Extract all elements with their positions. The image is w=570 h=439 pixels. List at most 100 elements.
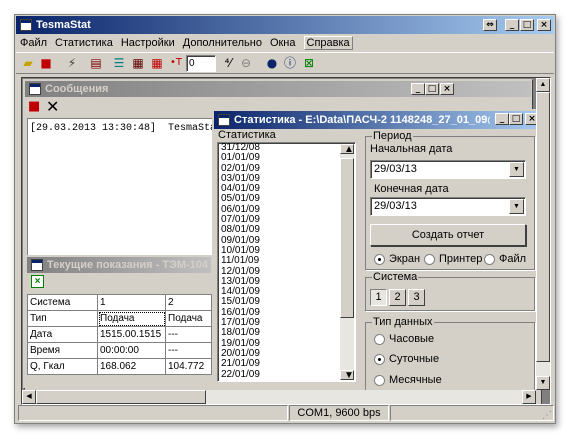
maximize-button[interactable]: □ <box>520 19 534 31</box>
scroll-up-icon[interactable]: ▲ <box>340 144 354 155</box>
readings-table: Система 1 2 Тип Подача Подача Дата 1515.… <box>27 294 212 375</box>
menu-help[interactable]: Справка <box>303 36 353 50</box>
table-icon[interactable]: ▦ <box>130 55 146 71</box>
grid-red-icon[interactable]: ▦ <box>149 55 165 71</box>
daily-radio[interactable]: Суточные <box>374 353 439 365</box>
table-cell[interactable]: --- <box>165 326 212 343</box>
system-button-1[interactable]: 1 <box>370 289 387 306</box>
end-date-field[interactable]: 29/03/13 ▼ <box>370 197 526 216</box>
scroll-down-icon[interactable]: ▼ <box>536 376 550 390</box>
messages-close-button[interactable]: × <box>440 83 454 95</box>
table-cell[interactable]: 1 <box>97 294 166 311</box>
scroll-left-icon[interactable]: ◀ <box>22 390 36 404</box>
table-cell[interactable]: Подача <box>165 310 212 327</box>
statistics-list-label: Статистика <box>218 129 276 141</box>
scroll-thumb[interactable] <box>340 158 354 318</box>
radio-dot <box>374 253 385 265</box>
table-cell[interactable]: 1515.00.1515 <box>97 326 166 343</box>
list-icon[interactable]: ☰ <box>111 55 127 71</box>
row-header: Q, Гкал <box>27 358 98 375</box>
statistics-window-icon <box>218 114 230 126</box>
start-date-label: Начальная дата <box>370 143 453 155</box>
messages-maximize-button[interactable]: □ <box>425 83 439 95</box>
chevron-down-icon[interactable]: ▼ <box>509 162 524 177</box>
scroll-thumb[interactable] <box>536 92 550 362</box>
stop-icon[interactable]: ⊖ <box>238 55 254 71</box>
counter-input[interactable]: 0 <box>186 55 216 72</box>
messages-save-icon[interactable]: ■ <box>28 99 40 114</box>
status-panel-port: COM1, 9600 bps <box>289 405 389 421</box>
output-screen-radio[interactable]: Экран <box>374 253 420 265</box>
readings-title: Текущие показания - ТЭМ-104 № <box>47 259 211 271</box>
table-cell[interactable]: 104.772 <box>165 358 212 375</box>
table-row: Время 00:00:00 --- <box>27 342 212 359</box>
table-cell[interactable]: 168.062 <box>97 358 166 375</box>
table-cell[interactable]: 00:00:00 <box>97 342 166 359</box>
status-panel-empty <box>18 405 288 421</box>
toolbar: ▰ ■ ⚡ ▤ ☰ ▦ ▦ •T 0 ⁴⁄ ⊖ ● ⓘ ⊠ <box>16 52 554 74</box>
output-printer-radio[interactable]: Принтер <box>424 253 482 265</box>
table-cell[interactable]: Подача <box>97 310 166 327</box>
messages-window-icon <box>29 83 41 95</box>
menu-statistics[interactable]: Статистика <box>55 37 113 49</box>
info-icon[interactable]: ⓘ <box>282 55 298 71</box>
messages-clear-icon[interactable]: ✕ <box>46 97 59 116</box>
hourly-radio[interactable]: Часовые <box>374 333 434 345</box>
statistics-minimize-button[interactable]: _ <box>495 113 509 125</box>
table-cell[interactable]: --- <box>165 342 212 359</box>
radio-dot <box>374 374 385 386</box>
messages-minimize-button[interactable]: _ <box>411 83 425 95</box>
table-row: Система 1 2 <box>27 294 212 311</box>
system-group: Система 1 2 3 <box>365 271 535 311</box>
set-value-icon[interactable]: ⁴⁄ <box>220 55 236 71</box>
system-button-3[interactable]: 3 <box>408 289 425 306</box>
date-list-scrollbar[interactable]: ▲ ▼ <box>340 144 354 381</box>
create-report-button[interactable]: Создать отчет <box>370 224 526 246</box>
device-read-icon[interactable]: ▤ <box>88 55 104 71</box>
info-t-icon[interactable]: ● <box>264 55 280 71</box>
list-item[interactable]: 22/01/09 <box>218 369 355 380</box>
statistics-title-bar[interactable]: Статистика - E:\Data\ПАСЧ-2 1148248_27_0… <box>214 111 540 129</box>
resize-grip-icon[interactable]: ⋰ <box>542 410 552 421</box>
menu-windows[interactable]: Окна <box>270 37 296 49</box>
menu-settings[interactable]: Настройки <box>121 37 175 49</box>
table-cell[interactable]: 2 <box>165 294 212 311</box>
messages-title: Сообщения <box>45 83 109 95</box>
restore-size-icon[interactable]: ⇔ <box>483 19 497 31</box>
close-button[interactable]: × <box>537 19 551 31</box>
scroll-down-icon[interactable]: ▼ <box>340 369 354 381</box>
scroll-up-icon[interactable]: ▲ <box>536 78 550 92</box>
list-item[interactable]: 21/01/09 <box>218 358 355 369</box>
open-folder-icon[interactable]: ▰ <box>20 55 36 71</box>
menu-file[interactable]: Файл <box>20 37 47 49</box>
messages-title-bar[interactable]: Сообщения <box>25 81 531 97</box>
messages-log[interactable]: [29.03.2013 13:30:48] TesmaSta <box>27 118 217 258</box>
table-row: Дата 1515.00.1515 --- <box>27 326 212 343</box>
date-list[interactable]: 31/12/08 01/01/09 02/01/09 03/01/09 04/0… <box>217 142 356 382</box>
output-screen-label: Экран <box>389 253 421 265</box>
output-file-label: Файл <box>499 253 527 265</box>
main-title-bar[interactable]: TesmaStat <box>16 16 554 34</box>
readings-window: Текущие показания - ТЭМ-104 № × Система … <box>25 255 213 395</box>
log-line: [29.03.2013 13:30:48] TesmaSta <box>30 123 217 134</box>
system-button-2[interactable]: 2 <box>389 289 406 306</box>
save-icon[interactable]: ■ <box>38 55 54 71</box>
statistics-maximize-button[interactable]: □ <box>509 113 523 125</box>
chevron-down-icon[interactable]: ▼ <box>509 199 524 214</box>
readings-excel-icon[interactable]: × <box>31 275 44 288</box>
mdi-horizontal-scrollbar[interactable]: ◀ ▶ <box>22 390 536 404</box>
menu-extra[interactable]: Дополнительно <box>183 37 262 49</box>
time-correction-icon[interactable]: •T <box>168 55 184 71</box>
minimize-button[interactable]: _ <box>505 19 519 31</box>
start-date-value: 29/03/13 <box>374 163 417 175</box>
scroll-thumb[interactable] <box>36 390 206 404</box>
app-icon <box>20 19 32 31</box>
monthly-radio[interactable]: Месячные <box>374 374 442 386</box>
readings-title-bar[interactable]: Текущие показания - ТЭМ-104 № <box>27 257 211 273</box>
excel-icon[interactable]: ⊠ <box>301 55 317 71</box>
connect-icon[interactable]: ⚡ <box>64 55 80 71</box>
start-date-field[interactable]: 29/03/13 ▼ <box>370 160 526 179</box>
output-file-radio[interactable]: Файл <box>484 253 526 265</box>
scroll-right-icon[interactable]: ▶ <box>522 390 536 404</box>
mdi-vertical-scrollbar[interactable]: ▲ ▼ <box>536 78 550 390</box>
